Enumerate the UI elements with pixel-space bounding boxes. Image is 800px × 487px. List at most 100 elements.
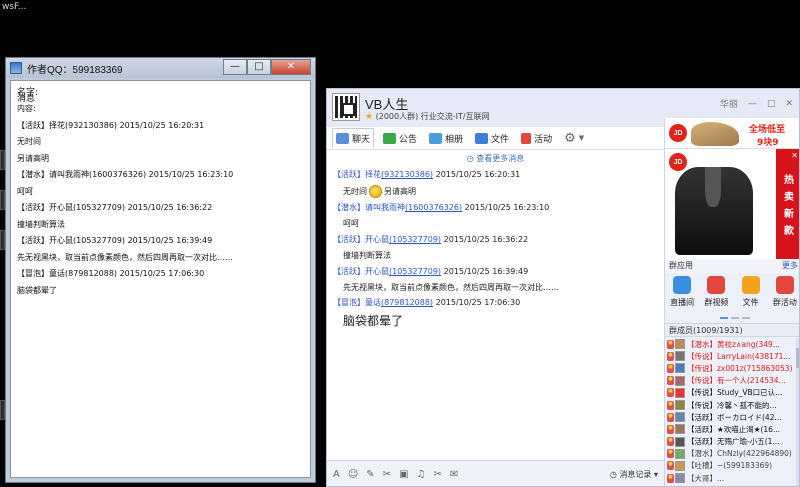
- apps-grid: 直播间 群视频 文件 群活动: [665, 273, 799, 313]
- member-nick[interactable]: 开心鼠: [365, 235, 389, 244]
- member-row[interactable]: 【传说】LarryLain(438171...: [667, 350, 799, 362]
- tab-chat[interactable]: 聊天: [332, 128, 375, 148]
- hot-sale-badge: ✕ 热 卖 新 款: [776, 149, 799, 259]
- log-line: 【活跃】开心鼠(105327709) 2015/10/25 16:39:49: [17, 236, 213, 245]
- close-button[interactable]: ✕: [271, 58, 311, 75]
- person-icon: [667, 339, 674, 349]
- member-qq-link[interactable]: (105327709): [389, 235, 441, 244]
- member-nick[interactable]: 择花: [365, 170, 381, 179]
- emoji-icon[interactable]: ☺: [348, 469, 358, 480]
- member-row[interactable]: 【活跃】★欢喵止渴★(16...: [667, 423, 799, 435]
- member-row[interactable]: 【潜水】黄校z∧ang(349...: [667, 338, 799, 350]
- avatar: [675, 473, 685, 484]
- view-more-messages-link[interactable]: ◷ 查看更多消息: [327, 153, 664, 164]
- member-row[interactable]: 【活跃】ボーカロイド(42...: [667, 411, 799, 423]
- person-icon: [667, 473, 674, 483]
- apps-header: 群应用 更多: [665, 259, 799, 273]
- log-line: 先无视黑块，取当前点像素颜色，然后四周再取一次对比……: [17, 252, 233, 262]
- chat-history[interactable]: ◷ 查看更多消息 【活跃】择花(932130386) 2015/10/25 16…: [327, 149, 664, 460]
- member-list[interactable]: 【潜水】黄校z∧ang(349... 【传说】LarryLain(438171.…: [667, 338, 799, 484]
- message-header: 【活跃】开心鼠(105327709) 2015/10/25 16:36:22: [333, 234, 528, 245]
- scissors-icon[interactable]: ✂: [433, 469, 441, 480]
- flag-icon: [775, 276, 794, 294]
- message-header: 【活跃】开心鼠(105327709) 2015/10/25 16:39:49: [333, 266, 528, 277]
- member-nick[interactable]: 童话: [365, 298, 381, 307]
- flag-icon: [383, 132, 397, 144]
- desktop: wsF... 作者QQ：599183369 — □ ✕ 名字: 消息 内容: 【…: [0, 0, 800, 487]
- shoe-ad-banner[interactable]: JD 全场低至 9块9: [665, 118, 799, 149]
- member-name: 【吐槽】~(599183369): [687, 461, 773, 471]
- member-role: 【潜水】: [333, 203, 365, 212]
- screenshot-icon[interactable]: ✂: [383, 469, 391, 480]
- member-row[interactable]: 【传说】zx001z(715863053): [667, 362, 799, 374]
- message-header: 【活跃】择花(932130386) 2015/10/25 16:20:31: [333, 169, 520, 180]
- message-history-button[interactable]: ◷ 消息记录 ▾: [610, 469, 658, 480]
- tab-label: 文件: [491, 134, 510, 145]
- page-dots[interactable]: [720, 317, 750, 319]
- avatar: [675, 400, 685, 411]
- maximize-button[interactable]: □: [247, 58, 271, 75]
- ad-close-icon[interactable]: ✕: [791, 151, 798, 160]
- person-icon: [667, 437, 674, 447]
- content-label: 内容:: [17, 104, 36, 113]
- author-window-title: 作者QQ：599183369: [27, 64, 123, 76]
- jd-logo: JD: [669, 124, 687, 142]
- member-row[interactable]: 【潜水】ChNzly(422964890): [667, 448, 799, 460]
- app-group-video[interactable]: 群视频: [701, 276, 731, 313]
- member-qq-link[interactable]: (1600376326): [405, 203, 462, 212]
- apps-more-link[interactable]: 更多: [782, 259, 798, 273]
- settings-button[interactable]: ⚙ ▼: [561, 128, 587, 148]
- envelope-icon[interactable]: ✉: [450, 469, 458, 480]
- person-icon: [667, 449, 674, 459]
- clock-icon: ◷: [609, 470, 617, 479]
- member-list-scrollbar[interactable]: [796, 338, 799, 486]
- font-icon[interactable]: A: [333, 469, 340, 480]
- person-icon: [667, 424, 674, 434]
- member-nick[interactable]: 请叫我雨神: [365, 203, 405, 212]
- minimize-button[interactable]: —: [748, 99, 757, 109]
- app-group-activity[interactable]: 群活动: [770, 276, 799, 313]
- header-overlap: 名字: 消息: [17, 85, 306, 104]
- tab-announcement[interactable]: 公告: [380, 128, 420, 148]
- magic-wand-icon[interactable]: ✎: [366, 469, 374, 480]
- member-row[interactable]: 【大哥】...: [667, 472, 799, 484]
- member-nick[interactable]: 开心鼠: [365, 267, 389, 276]
- member-qq-link[interactable]: (879812088): [381, 298, 433, 307]
- image-icon[interactable]: ▣: [399, 469, 408, 480]
- tab-files[interactable]: 文件: [472, 128, 512, 148]
- folder-icon: [475, 132, 489, 144]
- message-time: 2015/10/25 17:06:30: [433, 298, 521, 307]
- author-text-area[interactable]: 名字: 消息 内容: 【活跃】择花(932130386) 2015/10/25 …: [10, 80, 311, 478]
- avatar: [675, 351, 685, 362]
- skin-style-button[interactable]: 华丽: [720, 97, 738, 110]
- message-text: 撞墙判断算法: [343, 251, 391, 260]
- photo-icon: [429, 132, 443, 144]
- app-files[interactable]: 文件: [736, 276, 766, 313]
- member-qq-link[interactable]: (932130386): [381, 170, 433, 179]
- group-qr-icon[interactable]: [332, 93, 360, 121]
- member-name: 【大哥】...: [687, 473, 725, 483]
- author-window-titlebar[interactable]: 作者QQ：599183369 — □ ✕: [6, 58, 315, 78]
- app-live-room[interactable]: 直播间: [667, 276, 697, 313]
- tab-activity[interactable]: 活动: [518, 128, 555, 148]
- tab-album[interactable]: 相册: [426, 128, 466, 148]
- folder-icon: [741, 276, 760, 294]
- member-row[interactable]: 【传说】冷馨丶孤不能的...: [667, 399, 799, 411]
- member-row[interactable]: 【传说】有一个人(214534...: [667, 375, 799, 387]
- app-label: 文件: [742, 298, 759, 307]
- jacket-image: [675, 167, 753, 255]
- member-row[interactable]: 【吐槽】~(599183369): [667, 460, 799, 472]
- minimize-button[interactable]: —: [223, 58, 247, 75]
- member-row[interactable]: 【活跃】无殇广瑜-小五(1...: [667, 436, 799, 448]
- avatar: [675, 339, 685, 350]
- member-qq-link[interactable]: (105327709): [389, 267, 441, 276]
- jacket-ad-banner[interactable]: JD ✕ 热 卖 新 款: [665, 149, 799, 259]
- apps-header-label: 群应用: [669, 261, 693, 270]
- group-category: 行业交流-IT/互联网: [420, 112, 490, 121]
- music-icon[interactable]: ♫: [417, 469, 426, 480]
- log-line: 另请高明: [17, 153, 49, 163]
- member-row[interactable]: 【传说】Study_VB口已认...: [667, 387, 799, 399]
- person-icon: [667, 351, 674, 361]
- close-button[interactable]: ✕: [785, 99, 793, 109]
- maximize-button[interactable]: □: [767, 99, 776, 109]
